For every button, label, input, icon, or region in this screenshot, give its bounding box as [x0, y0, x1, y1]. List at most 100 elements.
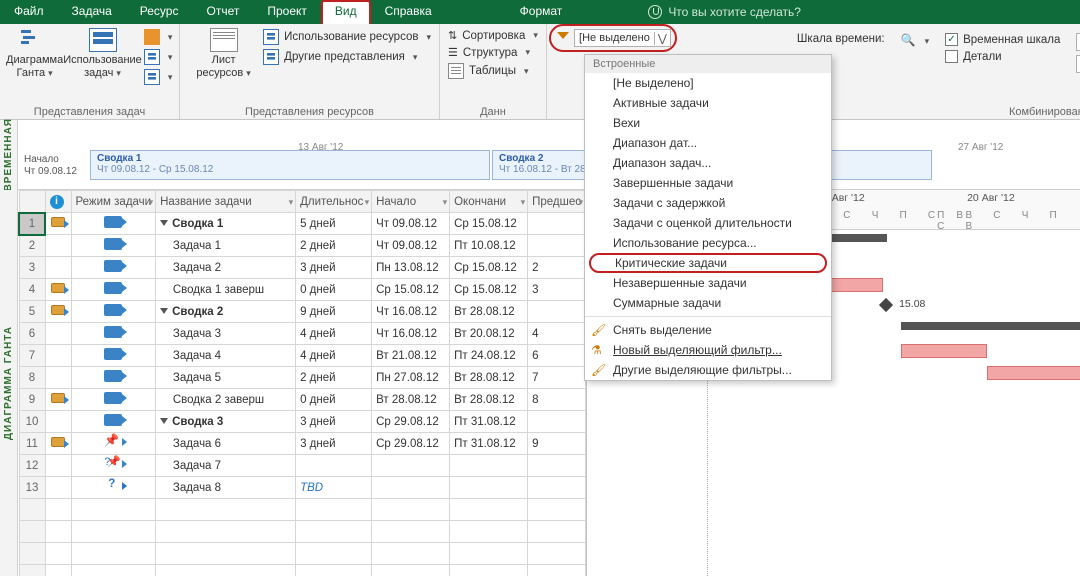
- finish-cell[interactable]: Ср 15.08.12: [450, 213, 528, 235]
- finish-cell[interactable]: Вт 20.08.12: [450, 323, 528, 345]
- table-row[interactable]: 8 Задача 52 днейПн 27.08.12Вт 28.08.127: [19, 367, 586, 389]
- task-name-cell[interactable]: Задача 6: [156, 433, 296, 455]
- duration-cell[interactable]: 2 дней: [296, 367, 372, 389]
- pred-cell[interactable]: 3: [528, 279, 586, 301]
- gantt-chart-button[interactable]: Диаграмма Ганта: [6, 26, 63, 86]
- gantt-task-bar[interactable]: [901, 344, 987, 358]
- row-number[interactable]: 9: [19, 389, 45, 411]
- col-duration[interactable]: Длительнос▾: [296, 191, 372, 213]
- menu-format[interactable]: Формат: [506, 0, 577, 24]
- finish-cell[interactable]: Ср 15.08.12: [450, 279, 528, 301]
- duration-cell[interactable]: 0 дней: [296, 279, 372, 301]
- table-row[interactable]: 7 Задача 44 днейВт 21.08.12Пт 24.08.126: [19, 345, 586, 367]
- start-cell[interactable]: [372, 477, 450, 499]
- finish-cell[interactable]: Вт 28.08.12: [450, 367, 528, 389]
- pred-cell[interactable]: 7: [528, 367, 586, 389]
- finish-cell[interactable]: Вт 28.08.12: [450, 301, 528, 323]
- filter-menu-item[interactable]: Задачи с задержкой: [585, 193, 831, 213]
- task-name-cell[interactable]: Сводка 3: [156, 411, 296, 433]
- duration-cell[interactable]: [296, 455, 372, 477]
- start-cell[interactable]: Чт 16.08.12: [372, 301, 450, 323]
- duration-cell[interactable]: 4 дней: [296, 345, 372, 367]
- duration-cell[interactable]: 3 дней: [296, 433, 372, 455]
- pred-cell[interactable]: [528, 301, 586, 323]
- filter-menu-item[interactable]: [Не выделено]: [585, 73, 831, 93]
- tables-button[interactable]: Таблицы: [446, 62, 540, 80]
- finish-cell[interactable]: Пт 31.08.12: [450, 433, 528, 455]
- row-number[interactable]: 2: [19, 235, 45, 257]
- duration-cell[interactable]: 3 дней: [296, 257, 372, 279]
- table-row[interactable]: 6 Задача 34 днейЧт 16.08.12Вт 20.08.124: [19, 323, 586, 345]
- row-number[interactable]: 13: [19, 477, 45, 499]
- duration-cell[interactable]: 0 дней: [296, 389, 372, 411]
- pred-cell[interactable]: [528, 213, 586, 235]
- pred-cell[interactable]: 8: [528, 389, 586, 411]
- col-start[interactable]: Начало▾: [372, 191, 450, 213]
- task-mode-cell[interactable]: [71, 323, 156, 345]
- calendar-button[interactable]: [142, 48, 175, 66]
- task-name-cell[interactable]: Сводка 1: [156, 213, 296, 235]
- col-info[interactable]: i: [45, 191, 71, 213]
- pred-cell[interactable]: [528, 477, 586, 499]
- other-views-button[interactable]: [142, 68, 175, 86]
- table-row[interactable]: 12 Задача 7: [19, 455, 586, 477]
- tell-me-search[interactable]: Что вы хотите сделать?: [636, 0, 801, 24]
- duration-cell[interactable]: TBD: [296, 477, 372, 499]
- filter-menu-item[interactable]: Диапазон дат...: [585, 133, 831, 153]
- table-row[interactable]: 5Сводка 29 днейЧт 16.08.12Вт 28.08.12: [19, 301, 586, 323]
- col-finish[interactable]: Окончани▾: [450, 191, 528, 213]
- menu-view[interactable]: Вид: [321, 0, 371, 24]
- task-mode-cell[interactable]: [71, 213, 156, 235]
- start-cell[interactable]: Ср 15.08.12: [372, 279, 450, 301]
- row-number[interactable]: 3: [19, 257, 45, 279]
- pred-cell[interactable]: [528, 411, 586, 433]
- timeline-side-tab[interactable]: ВРЕМЕННАЯ: [0, 120, 18, 190]
- task-name-cell[interactable]: Задача 1: [156, 235, 296, 257]
- menu-project[interactable]: Проект: [253, 0, 321, 24]
- task-name-cell[interactable]: Сводка 1 заверш: [156, 279, 296, 301]
- highlight-filter-dropdown[interactable]: [Не выделено⋁: [553, 28, 673, 48]
- row-number[interactable]: 4: [19, 279, 45, 301]
- pred-cell[interactable]: 9: [528, 433, 586, 455]
- row-number[interactable]: 10: [19, 411, 45, 433]
- finish-cell[interactable]: Ср 15.08.12: [450, 257, 528, 279]
- filter-menu-item[interactable]: Завершенные задачи: [585, 173, 831, 193]
- task-mode-cell[interactable]: [71, 279, 156, 301]
- table-row[interactable]: 3 Задача 23 днейПн 13.08.12Ср 15.08.122: [19, 257, 586, 279]
- table-row[interactable]: 11 Задача 63 днейСр 29.08.12Пт 31.08.129: [19, 433, 586, 455]
- filter-menu-item[interactable]: Суммарные задачи: [585, 293, 831, 313]
- row-number[interactable]: 1: [19, 213, 45, 235]
- gantt-side-tab[interactable]: ДИАГРАММА ГАНТА: [0, 190, 18, 576]
- clear-highlight-item[interactable]: Снять выделение: [585, 320, 831, 340]
- more-highlight-filters-item[interactable]: Другие выделяющие фильтры...: [585, 360, 831, 380]
- row-number[interactable]: 12: [19, 455, 45, 477]
- row-number[interactable]: 8: [19, 367, 45, 389]
- start-cell[interactable]: Чт 09.08.12: [372, 235, 450, 257]
- pred-cell[interactable]: [528, 235, 586, 257]
- resource-sheet-button[interactable]: Лист ресурсов: [186, 26, 261, 82]
- menu-resource[interactable]: Ресурс: [126, 0, 193, 24]
- start-cell[interactable]: Вт 21.08.12: [372, 345, 450, 367]
- task-mode-cell[interactable]: [71, 345, 156, 367]
- table-row[interactable]: [19, 499, 586, 521]
- outline-button[interactable]: ☰Структура: [446, 45, 540, 60]
- start-cell[interactable]: Чт 16.08.12: [372, 323, 450, 345]
- task-mode-cell[interactable]: [71, 411, 156, 433]
- resource-usage-button[interactable]: Использование ресурсов: [261, 28, 433, 46]
- start-cell[interactable]: Пн 27.08.12: [372, 367, 450, 389]
- task-mode-cell[interactable]: [71, 433, 156, 455]
- pred-cell[interactable]: 2: [528, 257, 586, 279]
- filter-menu-item[interactable]: Критические задачи: [589, 253, 827, 273]
- col-name[interactable]: Название задачи▾: [156, 191, 296, 213]
- row-number[interactable]: 6: [19, 323, 45, 345]
- start-cell[interactable]: Ср 29.08.12: [372, 433, 450, 455]
- table-row[interactable]: 1Сводка 15 днейЧт 09.08.12Ср 15.08.12: [19, 213, 586, 235]
- timeline-view[interactable]: НачалоЧт 09.08.12 13 Авг '12 27 Авг '12 …: [18, 120, 1080, 190]
- other-res-views-button[interactable]: Другие представления: [261, 48, 433, 66]
- task-mode-cell[interactable]: [71, 257, 156, 279]
- col-mode[interactable]: Режим задачи▾: [71, 191, 156, 213]
- zoom-button[interactable]: [899, 32, 932, 50]
- task-mode-cell[interactable]: [71, 389, 156, 411]
- sort-button[interactable]: ⇅Сортировка: [446, 28, 540, 43]
- menu-report[interactable]: Отчет: [192, 0, 253, 24]
